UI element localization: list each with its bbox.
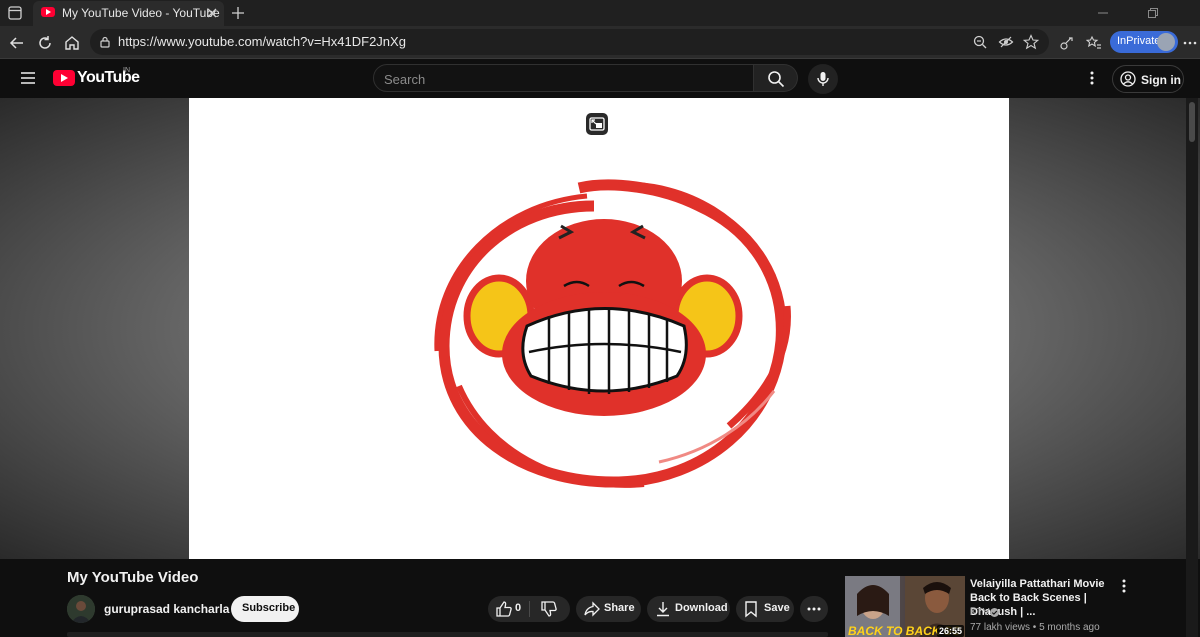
laughing-emoji-image	[429, 166, 799, 496]
browser-tab-bar: My YouTube Video - YouTube	[0, 0, 1200, 26]
scrollbar-thumb[interactable]	[1189, 102, 1195, 142]
like-divider	[529, 601, 530, 617]
profile-avatar-icon	[1157, 33, 1175, 51]
new-tab-icon[interactable]	[229, 4, 247, 22]
tracking-prevention-icon[interactable]	[998, 34, 1014, 50]
search-button[interactable]	[754, 64, 798, 92]
recommended-video-thumbnail[interactable]: BACK TO BACK SC 26:55	[845, 576, 965, 637]
dislike-icon[interactable]	[540, 600, 558, 618]
channel-name[interactable]: guruprasad kancharla	[104, 602, 229, 616]
video-title: My YouTube Video	[67, 569, 199, 586]
search-box	[373, 64, 754, 92]
close-tab-icon[interactable]	[205, 6, 219, 20]
tab-title: My YouTube Video - YouTube	[62, 6, 220, 20]
account-circle-icon	[1120, 71, 1136, 87]
save-button[interactable]: Save	[736, 596, 794, 622]
youtube-header: YouTube IN Sign in	[0, 60, 1200, 98]
back-icon[interactable]	[8, 34, 26, 52]
youtube-favicon-icon	[41, 7, 55, 17]
favorites-list-icon[interactable]	[1086, 35, 1104, 53]
url-text[interactable]: https://www.youtube.com/watch?v=Hx41DF2J…	[118, 34, 406, 49]
youtube-logo-icon[interactable]	[53, 70, 75, 86]
refresh-icon[interactable]	[36, 34, 54, 52]
favorite-star-icon[interactable]	[1023, 34, 1039, 50]
window-menu-icon[interactable]	[7, 5, 23, 21]
download-button[interactable]: Download	[647, 596, 730, 622]
minimize-icon[interactable]	[1096, 6, 1110, 20]
restore-window-icon[interactable]	[1146, 6, 1160, 20]
like-icon[interactable]	[495, 600, 513, 618]
browser-extension-icon[interactable]	[1059, 35, 1077, 53]
region-code: IN	[123, 67, 130, 74]
channel-avatar[interactable]	[67, 595, 95, 623]
inprivate-label: InPrivate	[1117, 35, 1161, 47]
sign-in-button[interactable]: Sign in	[1112, 65, 1184, 93]
youtube-wordmark[interactable]: YouTube	[77, 69, 140, 87]
share-icon	[583, 600, 601, 618]
browser-menu-icon[interactable]	[1182, 35, 1198, 51]
address-bar[interactable]: https://www.youtube.com/watch?v=Hx41DF2J…	[90, 29, 1049, 55]
share-label: Share	[604, 602, 635, 614]
voice-search-button[interactable]	[808, 64, 838, 94]
microphone-icon	[816, 71, 830, 87]
subscribe-label: Subscribe	[242, 602, 296, 614]
share-button[interactable]: Share	[576, 596, 641, 622]
more-horizontal-icon	[805, 600, 823, 618]
description-box-edge	[67, 632, 828, 637]
recommended-video-meta: 77 lakh views • 5 months ago	[970, 622, 1100, 633]
sign-in-label: Sign in	[1141, 73, 1181, 87]
verified-check-icon	[990, 608, 999, 617]
download-icon	[654, 600, 672, 618]
like-dislike-group: 0	[488, 596, 570, 622]
miniplayer-icon[interactable]	[586, 113, 608, 135]
video-duration-badge: 26:55	[937, 625, 965, 637]
subscribe-button[interactable]: Subscribe	[231, 596, 299, 622]
more-options-icon[interactable]	[1085, 70, 1099, 86]
inprivate-profile-button[interactable]: InPrivate	[1110, 31, 1178, 53]
hamburger-menu-icon[interactable]	[21, 72, 35, 84]
page-scrollbar[interactable]	[1186, 98, 1198, 637]
download-label: Download	[675, 602, 728, 614]
browser-toolbar: https://www.youtube.com/watch?v=Hx41DF2J…	[0, 26, 1200, 59]
recommended-channel-name[interactable]: KTV	[970, 607, 989, 618]
home-icon[interactable]	[63, 34, 81, 52]
search-input[interactable]	[384, 69, 744, 89]
browser-tab[interactable]: My YouTube Video - YouTube	[33, 1, 224, 26]
zoom-icon[interactable]	[972, 34, 988, 50]
search-icon	[767, 70, 785, 88]
video-player[interactable]	[189, 98, 1009, 559]
save-label: Save	[764, 602, 790, 614]
recommendation-menu-icon[interactable]	[1118, 578, 1130, 594]
bookmark-icon	[742, 600, 760, 618]
more-actions-button[interactable]	[800, 596, 828, 622]
site-info-icon[interactable]	[98, 35, 112, 49]
like-count[interactable]: 0	[515, 602, 521, 614]
